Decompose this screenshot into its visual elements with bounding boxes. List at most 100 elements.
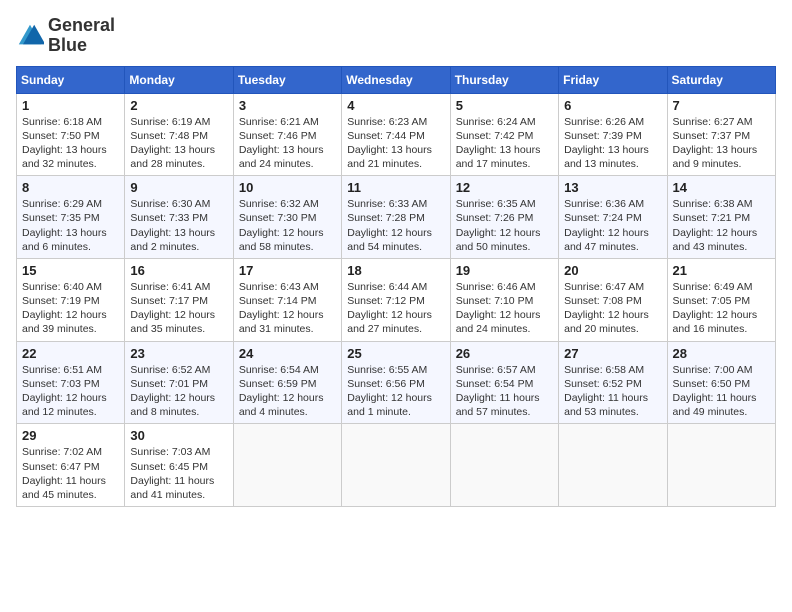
day-cell: 17 Sunrise: 6:43 AM Sunset: 7:14 PM Dayl… (233, 258, 341, 341)
day-number: 13 (564, 180, 661, 195)
day-cell: 2 Sunrise: 6:19 AM Sunset: 7:48 PM Dayli… (125, 93, 233, 176)
day-info: Sunrise: 6:27 AM Sunset: 7:37 PM Dayligh… (673, 115, 770, 172)
day-info: Sunrise: 6:19 AM Sunset: 7:48 PM Dayligh… (130, 115, 227, 172)
day-number: 24 (239, 346, 336, 361)
day-cell: 24 Sunrise: 6:54 AM Sunset: 6:59 PM Dayl… (233, 341, 341, 424)
col-header-friday: Friday (559, 66, 667, 93)
day-cell (667, 424, 775, 507)
col-header-wednesday: Wednesday (342, 66, 450, 93)
day-info: Sunrise: 6:52 AM Sunset: 7:01 PM Dayligh… (130, 363, 227, 420)
day-number: 7 (673, 98, 770, 113)
day-cell: 23 Sunrise: 6:52 AM Sunset: 7:01 PM Dayl… (125, 341, 233, 424)
day-info: Sunrise: 6:40 AM Sunset: 7:19 PM Dayligh… (22, 280, 119, 337)
day-number: 15 (22, 263, 119, 278)
day-info: Sunrise: 6:18 AM Sunset: 7:50 PM Dayligh… (22, 115, 119, 172)
day-info: Sunrise: 6:21 AM Sunset: 7:46 PM Dayligh… (239, 115, 336, 172)
day-number: 22 (22, 346, 119, 361)
day-cell: 29 Sunrise: 7:02 AM Sunset: 6:47 PM Dayl… (17, 424, 125, 507)
day-number: 19 (456, 263, 553, 278)
day-cell (233, 424, 341, 507)
day-cell: 19 Sunrise: 6:46 AM Sunset: 7:10 PM Dayl… (450, 258, 558, 341)
week-row-3: 15 Sunrise: 6:40 AM Sunset: 7:19 PM Dayl… (17, 258, 776, 341)
day-cell: 16 Sunrise: 6:41 AM Sunset: 7:17 PM Dayl… (125, 258, 233, 341)
day-info: Sunrise: 6:23 AM Sunset: 7:44 PM Dayligh… (347, 115, 444, 172)
day-number: 4 (347, 98, 444, 113)
day-number: 29 (22, 428, 119, 443)
day-cell: 3 Sunrise: 6:21 AM Sunset: 7:46 PM Dayli… (233, 93, 341, 176)
col-header-monday: Monday (125, 66, 233, 93)
day-number: 17 (239, 263, 336, 278)
day-cell: 12 Sunrise: 6:35 AM Sunset: 7:26 PM Dayl… (450, 176, 558, 259)
day-cell: 25 Sunrise: 6:55 AM Sunset: 6:56 PM Dayl… (342, 341, 450, 424)
day-number: 25 (347, 346, 444, 361)
day-cell: 10 Sunrise: 6:32 AM Sunset: 7:30 PM Dayl… (233, 176, 341, 259)
day-info: Sunrise: 6:29 AM Sunset: 7:35 PM Dayligh… (22, 197, 119, 254)
day-number: 30 (130, 428, 227, 443)
day-info: Sunrise: 7:02 AM Sunset: 6:47 PM Dayligh… (22, 445, 119, 502)
day-number: 2 (130, 98, 227, 113)
logo: General Blue (16, 16, 115, 56)
day-cell: 8 Sunrise: 6:29 AM Sunset: 7:35 PM Dayli… (17, 176, 125, 259)
logo-text: General Blue (48, 16, 115, 56)
day-cell: 27 Sunrise: 6:58 AM Sunset: 6:52 PM Dayl… (559, 341, 667, 424)
day-info: Sunrise: 7:00 AM Sunset: 6:50 PM Dayligh… (673, 363, 770, 420)
day-number: 26 (456, 346, 553, 361)
col-header-saturday: Saturday (667, 66, 775, 93)
day-number: 6 (564, 98, 661, 113)
day-info: Sunrise: 6:24 AM Sunset: 7:42 PM Dayligh… (456, 115, 553, 172)
day-cell: 9 Sunrise: 6:30 AM Sunset: 7:33 PM Dayli… (125, 176, 233, 259)
day-cell: 15 Sunrise: 6:40 AM Sunset: 7:19 PM Dayl… (17, 258, 125, 341)
day-info: Sunrise: 6:26 AM Sunset: 7:39 PM Dayligh… (564, 115, 661, 172)
page-header: General Blue (16, 16, 776, 56)
day-cell: 28 Sunrise: 7:00 AM Sunset: 6:50 PM Dayl… (667, 341, 775, 424)
day-info: Sunrise: 6:47 AM Sunset: 7:08 PM Dayligh… (564, 280, 661, 337)
day-info: Sunrise: 6:41 AM Sunset: 7:17 PM Dayligh… (130, 280, 227, 337)
day-cell (450, 424, 558, 507)
logo-icon (16, 22, 44, 50)
day-number: 3 (239, 98, 336, 113)
day-number: 20 (564, 263, 661, 278)
day-cell: 20 Sunrise: 6:47 AM Sunset: 7:08 PM Dayl… (559, 258, 667, 341)
day-info: Sunrise: 6:32 AM Sunset: 7:30 PM Dayligh… (239, 197, 336, 254)
day-info: Sunrise: 6:57 AM Sunset: 6:54 PM Dayligh… (456, 363, 553, 420)
day-cell (342, 424, 450, 507)
week-row-4: 22 Sunrise: 6:51 AM Sunset: 7:03 PM Dayl… (17, 341, 776, 424)
day-cell: 11 Sunrise: 6:33 AM Sunset: 7:28 PM Dayl… (342, 176, 450, 259)
day-info: Sunrise: 6:51 AM Sunset: 7:03 PM Dayligh… (22, 363, 119, 420)
day-number: 21 (673, 263, 770, 278)
week-row-1: 1 Sunrise: 6:18 AM Sunset: 7:50 PM Dayli… (17, 93, 776, 176)
day-info: Sunrise: 6:30 AM Sunset: 7:33 PM Dayligh… (130, 197, 227, 254)
day-number: 8 (22, 180, 119, 195)
day-number: 18 (347, 263, 444, 278)
calendar: SundayMondayTuesdayWednesdayThursdayFrid… (16, 66, 776, 507)
day-number: 23 (130, 346, 227, 361)
day-info: Sunrise: 6:35 AM Sunset: 7:26 PM Dayligh… (456, 197, 553, 254)
day-number: 5 (456, 98, 553, 113)
day-cell (559, 424, 667, 507)
day-number: 11 (347, 180, 444, 195)
col-header-thursday: Thursday (450, 66, 558, 93)
day-info: Sunrise: 6:55 AM Sunset: 6:56 PM Dayligh… (347, 363, 444, 420)
week-row-2: 8 Sunrise: 6:29 AM Sunset: 7:35 PM Dayli… (17, 176, 776, 259)
day-cell: 14 Sunrise: 6:38 AM Sunset: 7:21 PM Dayl… (667, 176, 775, 259)
day-number: 12 (456, 180, 553, 195)
day-cell: 18 Sunrise: 6:44 AM Sunset: 7:12 PM Dayl… (342, 258, 450, 341)
day-number: 10 (239, 180, 336, 195)
day-cell: 13 Sunrise: 6:36 AM Sunset: 7:24 PM Dayl… (559, 176, 667, 259)
day-info: Sunrise: 7:03 AM Sunset: 6:45 PM Dayligh… (130, 445, 227, 502)
day-number: 1 (22, 98, 119, 113)
day-info: Sunrise: 6:33 AM Sunset: 7:28 PM Dayligh… (347, 197, 444, 254)
day-cell: 30 Sunrise: 7:03 AM Sunset: 6:45 PM Dayl… (125, 424, 233, 507)
day-cell: 22 Sunrise: 6:51 AM Sunset: 7:03 PM Dayl… (17, 341, 125, 424)
day-number: 9 (130, 180, 227, 195)
day-info: Sunrise: 6:54 AM Sunset: 6:59 PM Dayligh… (239, 363, 336, 420)
day-cell: 21 Sunrise: 6:49 AM Sunset: 7:05 PM Dayl… (667, 258, 775, 341)
day-number: 16 (130, 263, 227, 278)
day-cell: 1 Sunrise: 6:18 AM Sunset: 7:50 PM Dayli… (17, 93, 125, 176)
day-number: 28 (673, 346, 770, 361)
day-cell: 6 Sunrise: 6:26 AM Sunset: 7:39 PM Dayli… (559, 93, 667, 176)
day-info: Sunrise: 6:38 AM Sunset: 7:21 PM Dayligh… (673, 197, 770, 254)
day-number: 14 (673, 180, 770, 195)
day-info: Sunrise: 6:36 AM Sunset: 7:24 PM Dayligh… (564, 197, 661, 254)
day-info: Sunrise: 6:49 AM Sunset: 7:05 PM Dayligh… (673, 280, 770, 337)
